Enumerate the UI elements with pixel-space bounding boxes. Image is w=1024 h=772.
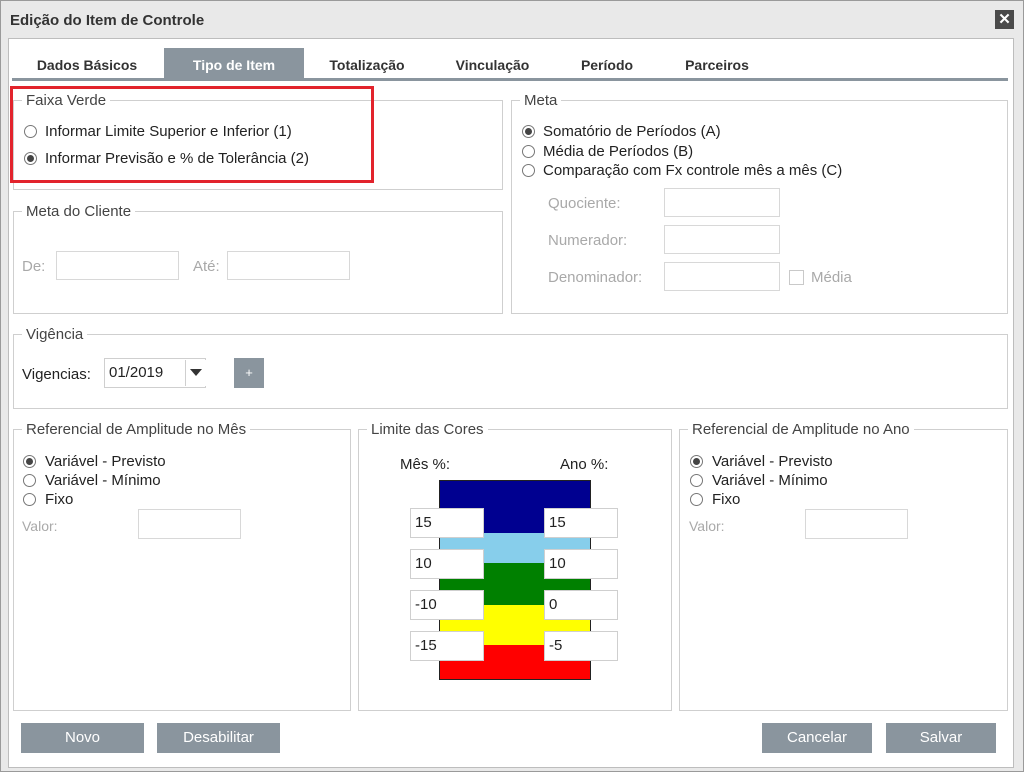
mes-valor-label: Valor: [22,518,58,534]
highlight-box [10,86,374,183]
vigencias-selected-value: 01/2019 [109,364,164,381]
cancelar-button[interactable]: Cancelar [762,723,872,753]
mes-percent-label: Mês %: [400,456,451,473]
radio-media-periodos[interactable] [522,145,535,158]
tab-vinculacao[interactable]: Vinculação [440,48,545,78]
ano-limit-input-1[interactable]: 15 [544,508,618,538]
ano-valor-label: Valor: [689,518,725,534]
tab-bar: Dados Básicos Tipo de Item Totalização V… [12,46,1008,81]
salvar-button[interactable]: Salvar [886,723,996,753]
ano-percent-label: Ano %: [560,456,609,473]
novo-button[interactable]: Novo [21,723,144,753]
denominador-input[interactable] [664,262,780,291]
tab-tipo-de-item[interactable]: Tipo de Item [164,48,304,78]
option-mes-variavel-previsto: Variável - Previsto [45,453,166,470]
option-somatorio-periodos: Somatório de Períodos (A) [543,123,721,140]
radio-comparacao-fx[interactable] [522,164,535,177]
radio-mes-variavel-minimo[interactable] [23,474,36,487]
mes-limit-input-3[interactable]: -10 [410,590,484,620]
mes-limit-input-2[interactable]: 10 [410,549,484,579]
radio-mes-fixo[interactable] [23,493,36,506]
tab-totalizacao[interactable]: Totalização [317,48,417,78]
radio-ano-fixo[interactable] [690,493,703,506]
ate-label: Até: [193,258,220,275]
de-input[interactable] [56,251,179,280]
ano-limit-input-2[interactable]: 10 [544,549,618,579]
mes-limit-input-1[interactable]: 15 [410,508,484,538]
title-bar: Edição do Item de Controle ✕ [1,1,1023,39]
ref-mes-legend: Referencial de Amplitude no Mês [26,421,247,438]
desabilitar-button[interactable]: Desabilitar [157,723,280,753]
chevron-down-icon[interactable] [185,360,206,386]
vigencias-label: Vigencias: [22,366,91,383]
option-mes-variavel-minimo: Variável - Mínimo [45,472,161,489]
ate-input[interactable] [227,251,350,280]
numerador-input[interactable] [664,225,780,254]
tab-periodo[interactable]: Período [567,48,647,78]
option-ano-fixo: Fixo [712,491,741,508]
radio-ano-variavel-minimo[interactable] [690,474,703,487]
media-label: Média [811,269,852,286]
option-ano-variavel-minimo: Variável - Mínimo [712,472,828,489]
tab-parceiros[interactable]: Parceiros [672,48,762,78]
ano-limit-input-4[interactable]: -5 [544,631,618,661]
option-media-periodos: Média de Períodos (B) [543,143,694,160]
limite-cores-legend: Limite das Cores [371,421,484,438]
numerador-label: Numerador: [548,232,628,249]
option-ano-variavel-previsto: Variável - Previsto [712,453,833,470]
mes-limit-input-4[interactable]: -15 [410,631,484,661]
add-vigencia-button[interactable]: + [234,358,264,388]
window-title: Edição do Item de Controle [10,12,205,29]
denominador-label: Denominador: [548,269,643,286]
quociente-label: Quociente: [548,195,621,212]
option-mes-fixo: Fixo [45,491,74,508]
tab-dados-basicos[interactable]: Dados Básicos [12,48,162,78]
radio-somatorio-periodos[interactable] [522,125,535,138]
radio-mes-variavel-previsto[interactable] [23,455,36,468]
meta-cliente-legend: Meta do Cliente [26,203,132,220]
mes-valor-input[interactable] [138,509,241,539]
vigencia-legend: Vigência [26,326,84,343]
ano-valor-input[interactable] [805,509,908,539]
close-icon[interactable]: ✕ [995,10,1014,29]
option-comparacao-fx: Comparação com Fx controle mês a mês (C) [543,162,843,179]
ref-ano-legend: Referencial de Amplitude no Ano [692,421,910,438]
ano-limit-input-3[interactable]: 0 [544,590,618,620]
meta-legend: Meta [524,92,558,109]
quociente-input[interactable] [664,188,780,217]
media-checkbox[interactable] [789,270,804,285]
de-label: De: [22,258,46,275]
radio-ano-variavel-previsto[interactable] [690,455,703,468]
